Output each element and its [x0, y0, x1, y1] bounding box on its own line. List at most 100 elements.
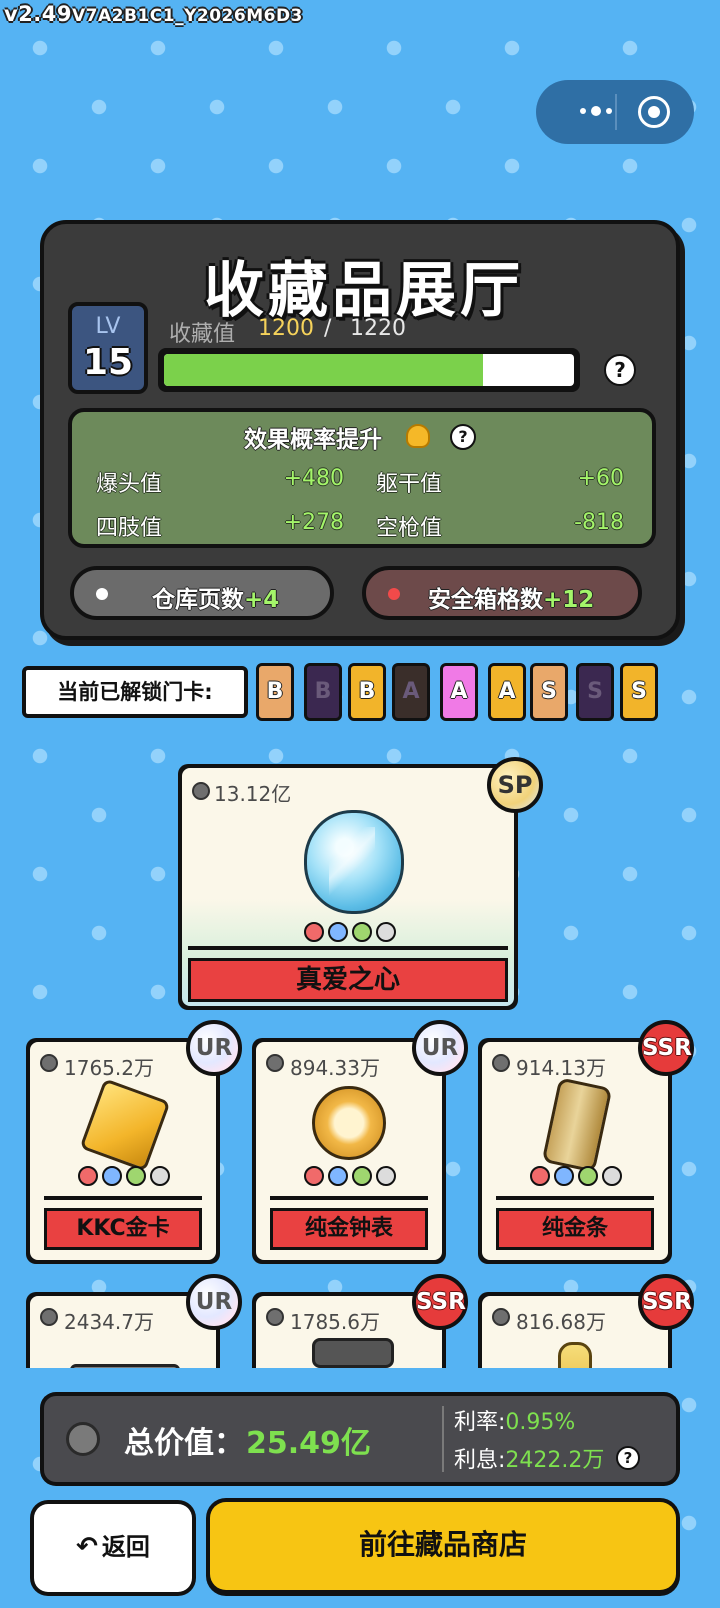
door-card-chip: A — [440, 663, 478, 721]
warehouse-pages-pill: 仓库页数+4 — [70, 566, 334, 620]
coin-icon — [66, 1422, 100, 1456]
stat-value-miss: -818 — [574, 510, 624, 535]
stat-label-limbs: 四肢值 — [96, 516, 163, 541]
pill-dot — [96, 588, 108, 600]
item-price: 1765.2万 — [64, 1056, 154, 1080]
divider — [44, 1196, 202, 1200]
coin-icon — [266, 1308, 284, 1326]
rarity-badge: UR — [412, 1020, 468, 1076]
door-card-chip: S — [576, 663, 614, 721]
effect-help-icon[interactable]: ? — [450, 424, 476, 450]
collection-hall-panel: 收藏品展厅 LV 15 收藏值 1200 / 1220 ? 效果概率提升 ? 爆… — [40, 220, 680, 640]
mini-program-capsule[interactable] — [536, 80, 694, 144]
level-badge: LV 15 — [68, 302, 148, 394]
collection-max: 1220 — [350, 316, 406, 341]
camera-device-icon — [312, 1338, 394, 1368]
rarity-badge: SSR — [412, 1274, 468, 1330]
back-label: 返回 — [101, 1533, 150, 1561]
coin-icon — [492, 1054, 510, 1072]
item-name: KKC金卡 — [44, 1208, 202, 1250]
door-card-chip: B — [348, 663, 386, 721]
back-button[interactable]: ↶ 返回 — [30, 1500, 196, 1596]
gold-pocket-watch-icon — [312, 1086, 386, 1160]
pill-dot — [388, 588, 400, 600]
divider — [496, 1196, 654, 1200]
item-name: 纯金钟表 — [270, 1208, 428, 1250]
door-card-chip: S — [530, 663, 568, 721]
item-price: 914.13万 — [516, 1056, 606, 1080]
rarity-badge: SSR — [638, 1020, 694, 1076]
version-label: v2.49V7A2B1C1_Y2026M6D3 — [4, 2, 303, 26]
item-price: 13.12亿 — [214, 782, 292, 806]
coin-icon — [40, 1054, 58, 1072]
stat-value-headshot: +480 — [283, 466, 344, 491]
coin-icon — [266, 1054, 284, 1072]
door-card-chip: B — [304, 663, 342, 721]
level-number: 15 — [82, 342, 134, 383]
gold-bar-icon — [541, 1077, 613, 1173]
attribute-icons — [530, 1166, 622, 1186]
safebox-slots-pill: 安全箱格数+12 — [362, 566, 642, 620]
total-value: 25.49亿 — [246, 1426, 371, 1461]
item-card[interactable]: 894.33万 纯金钟表 — [252, 1038, 446, 1264]
interest-help-icon[interactable]: ? — [616, 1446, 640, 1470]
collection-slash: / — [324, 316, 332, 341]
go-to-shop-button[interactable]: 前往藏品商店 — [206, 1498, 680, 1596]
help-icon[interactable]: ? — [604, 354, 636, 386]
attribute-icons — [78, 1166, 170, 1186]
more-dots-icon[interactable] — [558, 96, 634, 126]
go-to-shop-label: 前往藏品商店 — [210, 1502, 676, 1590]
divider — [270, 1196, 428, 1200]
stat-label-torso: 躯干值 — [376, 472, 443, 497]
collection-current: 1200 — [258, 316, 314, 341]
progress-fill — [164, 354, 483, 386]
door-card-chip: A — [488, 663, 526, 721]
divider — [442, 1406, 444, 1472]
safebox-text: 安全箱格数+12 — [428, 587, 595, 613]
rarity-badge: UR — [186, 1274, 242, 1330]
item-price: 2434.7万 — [64, 1310, 154, 1334]
item-name: 纯金条 — [496, 1208, 654, 1250]
interest-rate: 利率:0.95% — [454, 1410, 576, 1435]
collection-value-label: 收藏值 — [169, 322, 236, 347]
target-icon[interactable] — [638, 96, 670, 128]
interest-amount: 利息:2422.2万 — [454, 1448, 605, 1473]
door-card-chip: A — [392, 663, 430, 721]
divider — [188, 946, 508, 950]
coin-icon — [192, 782, 210, 800]
item-price: 1785.6万 — [290, 1310, 380, 1334]
effect-boost-box: 效果概率提升 ? 爆头值 +480 躯干值 +60 四肢值 +278 空枪值 -… — [68, 408, 656, 548]
stat-label-headshot: 爆头值 — [96, 472, 163, 497]
door-card-chip: B — [256, 663, 294, 721]
item-price: 894.33万 — [290, 1056, 380, 1080]
item-card[interactable]: 914.13万 纯金条 — [478, 1038, 672, 1264]
gpu-card-icon — [70, 1364, 180, 1368]
door-card-chip: S — [620, 663, 658, 721]
rarity-badge: SSR — [638, 1274, 694, 1330]
warning-triangle-icon — [406, 424, 430, 448]
rarity-badge: SP — [487, 757, 543, 813]
level-label: LV — [95, 314, 121, 339]
stat-value-limbs: +278 — [283, 510, 344, 535]
capsule-divider — [615, 94, 617, 130]
effect-title: 效果概率提升 — [244, 427, 382, 453]
coin-icon — [492, 1308, 510, 1326]
rarity-badge: UR — [186, 1020, 242, 1076]
diamond-heart-icon — [304, 810, 404, 914]
collection-progress-bar — [158, 348, 580, 392]
stat-label-miss: 空枪值 — [376, 516, 443, 541]
unlocked-cards-label: 当前已解锁门卡: — [22, 666, 248, 718]
stat-value-torso: +60 — [577, 466, 624, 491]
warehouse-text: 仓库页数+4 — [152, 587, 280, 613]
item-grid-row-partial: 2434.7万 UR 1785.6万 SSR 816.68万 SSR — [0, 1254, 720, 1368]
gold-card-icon — [79, 1078, 171, 1172]
attribute-icons — [304, 1166, 396, 1186]
coin-icon — [40, 1308, 58, 1326]
total-value-label: 总价值： — [124, 1426, 244, 1461]
featured-item-card[interactable]: 13.12亿 真爱之心 — [178, 764, 518, 1010]
attribute-icons — [304, 922, 396, 942]
item-price: 816.68万 — [516, 1310, 606, 1334]
golden-figure-icon — [558, 1342, 592, 1368]
item-name: 真爱之心 — [188, 958, 508, 1002]
item-card[interactable]: 1765.2万 KKC金卡 — [26, 1038, 220, 1264]
